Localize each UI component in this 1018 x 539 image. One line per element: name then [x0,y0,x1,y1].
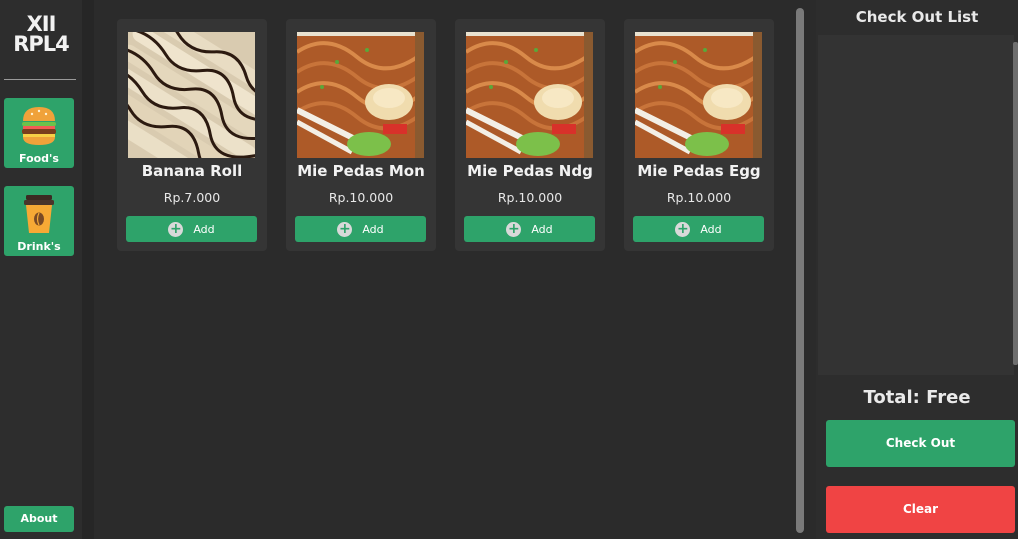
noodle-image [466,32,593,158]
sidebar-item-drinks[interactable]: Drink's [4,186,74,256]
product-name: Banana Roll [141,162,243,180]
app-logo: XII RPL4 [0,14,82,56]
checkout-list[interactable] [818,35,1014,375]
product-name: Mie Pedas Mon [297,162,425,180]
checkout-panel: Check Out List Total: Free Check Out Cle… [816,0,1018,539]
noodle-image [635,32,762,158]
noodle-image [297,32,424,158]
sidebar-edge [82,0,94,539]
plus-circle-icon: + [675,220,691,237]
add-to-cart-button[interactable]: + Add [464,216,595,242]
checkout-total: Total: Free [863,387,971,408]
product-grid: Banana Roll Rp.7.000 + Add Mie Pedas Mon… [94,0,794,539]
add-label: Add [362,222,384,236]
plus-circle-icon: + [168,220,184,237]
product-price: Rp.10.000 [328,190,394,205]
add-to-cart-button[interactable]: + Add [295,216,426,242]
sidebar-item-label: Food's [19,152,59,165]
sidebar-item-label: Drink's [17,240,61,253]
product-card: Mie Pedas Mon Rp.10.000 + Add [286,19,436,251]
product-price: Rp.10.000 [666,190,732,205]
sidebar-divider [4,79,76,80]
sidebar: XII RPL4 Food's Drink's About [0,0,82,539]
banana-roll-image [128,32,255,158]
product-card: Mie Pedas Egg Rp.10.000 + Add [624,19,774,251]
add-label: Add [193,222,215,236]
add-to-cart-button[interactable]: + Add [633,216,764,242]
product-card: Mie Pedas Ndg Rp.10.000 + Add [455,19,605,251]
checkout-title: Check Out List [855,8,979,26]
add-to-cart-button[interactable]: + Add [126,216,257,242]
checkout-list-scrollbar[interactable] [1013,42,1018,365]
product-grid-scrollbar-thumb[interactable] [796,8,804,533]
product-price: Rp.10.000 [497,190,563,205]
about-button[interactable]: About [4,506,74,532]
product-price: Rp.7.000 [163,190,221,205]
add-label: Add [531,222,553,236]
checkout-button[interactable]: Check Out [826,420,1015,467]
product-name: Mie Pedas Egg [637,162,761,180]
sidebar-item-foods[interactable]: Food's [4,98,74,168]
plus-circle-icon: + [337,220,353,237]
product-card: Banana Roll Rp.7.000 + Add [117,19,267,251]
logo-line-2: RPL4 [13,32,70,56]
clear-button[interactable]: Clear [826,486,1015,533]
burger-icon [22,107,56,145]
coffee-cup-icon [24,195,54,233]
plus-circle-icon: + [506,220,522,237]
product-name: Mie Pedas Ndg [467,162,593,180]
add-label: Add [700,222,722,236]
